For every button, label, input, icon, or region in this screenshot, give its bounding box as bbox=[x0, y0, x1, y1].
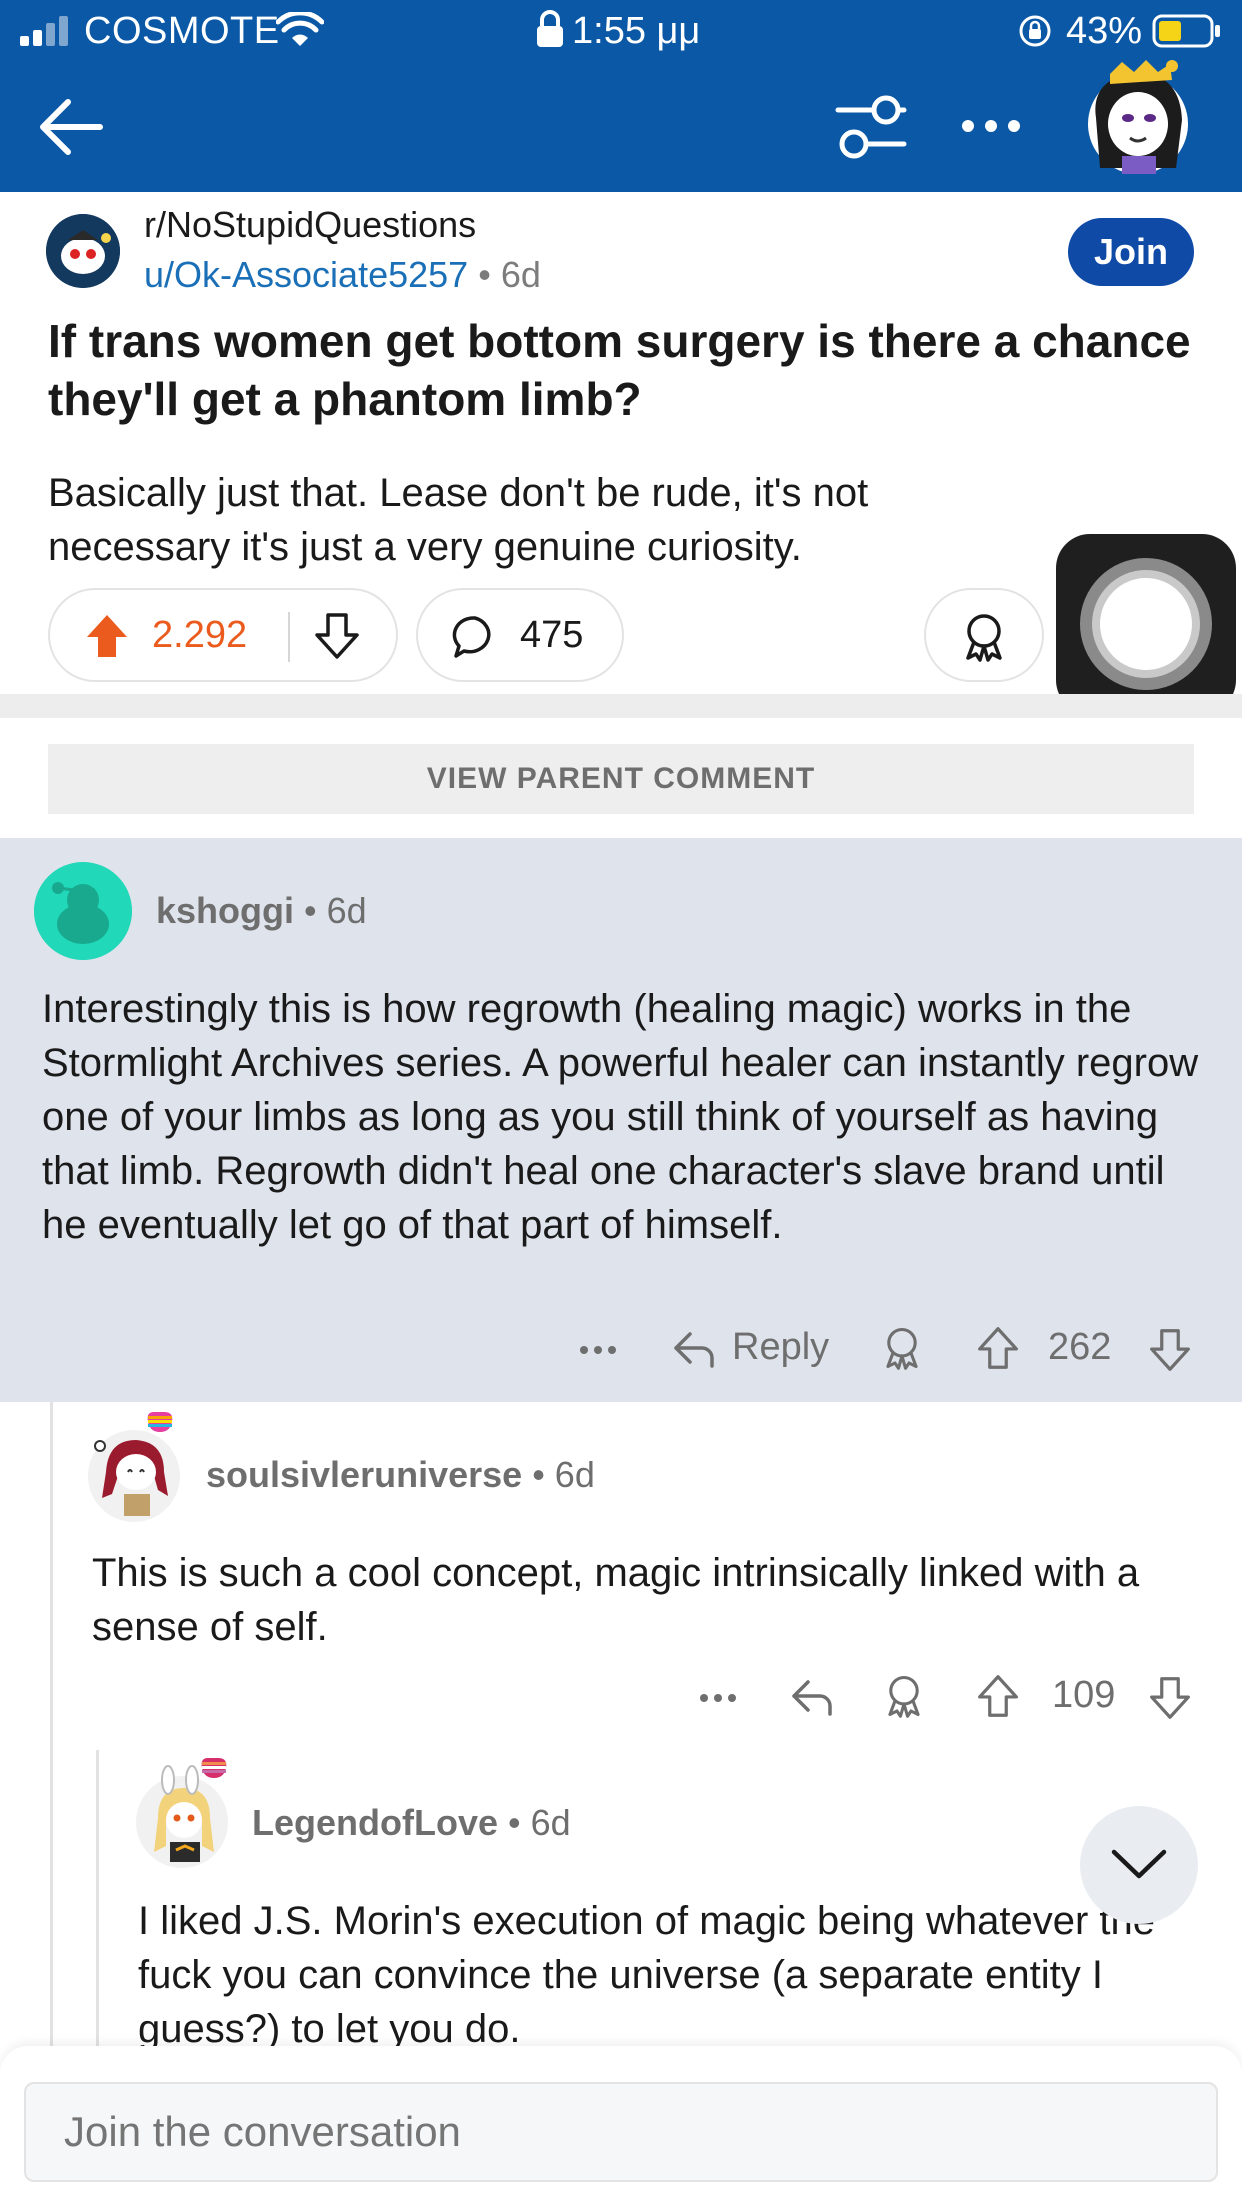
comment-text: This is such a cool concept, magic intri… bbox=[92, 1551, 1140, 1649]
subreddit-name[interactable]: r/NoStupidQuestions bbox=[144, 204, 476, 246]
more-options-icon[interactable] bbox=[696, 1676, 740, 1720]
comment-author-line: kshoggi • 6d bbox=[156, 890, 367, 932]
section-divider bbox=[0, 694, 1242, 718]
comments-pill[interactable]: 475 bbox=[416, 588, 624, 682]
post-meta: u/Ok-Associate5257 • 6d bbox=[144, 254, 541, 296]
assistive-ring-outer bbox=[1080, 558, 1212, 690]
top-bar: COSMOTE 1:55 μμ 43% bbox=[0, 0, 1242, 192]
award-icon[interactable] bbox=[882, 1674, 926, 1718]
meta-dot: • bbox=[508, 1802, 531, 1843]
chevron-down-icon bbox=[1111, 1849, 1167, 1879]
back-arrow-icon[interactable] bbox=[36, 92, 106, 162]
comment-age: 6d bbox=[326, 890, 367, 931]
user-avatar-icon[interactable] bbox=[1080, 58, 1198, 182]
comment-age: 6d bbox=[530, 1802, 571, 1843]
thread-line[interactable] bbox=[96, 1750, 99, 2046]
downvote-icon[interactable] bbox=[1148, 1676, 1192, 1720]
more-options-icon[interactable] bbox=[956, 108, 1026, 144]
lock-icon bbox=[537, 10, 563, 47]
cellular-signal-icon bbox=[20, 16, 68, 46]
thread-line[interactable] bbox=[50, 1402, 53, 2046]
comment-author-line: LegendofLove • 6d bbox=[252, 1802, 571, 1844]
commenter-avatar[interactable] bbox=[132, 1756, 232, 1872]
reply-label[interactable]: Reply bbox=[732, 1326, 829, 1369]
comment-author[interactable]: soulsivleruniverse bbox=[206, 1454, 522, 1495]
post-age: 6d bbox=[500, 254, 541, 295]
comment-score: 262 bbox=[1048, 1326, 1112, 1368]
sort-filter-icon[interactable] bbox=[834, 94, 908, 160]
post-author[interactable]: u/Ok-Associate5257 bbox=[144, 254, 468, 295]
award-icon bbox=[966, 614, 1002, 662]
assistive-ring-mid bbox=[1092, 570, 1200, 678]
commenter-avatar[interactable] bbox=[34, 862, 132, 960]
rotation-lock-icon bbox=[1019, 15, 1051, 47]
commenter-avatar[interactable] bbox=[84, 1410, 184, 1526]
award-pill[interactable] bbox=[924, 588, 1044, 682]
composer-bar bbox=[0, 2046, 1242, 2208]
reply-arrow-icon[interactable] bbox=[672, 1326, 716, 1370]
subreddit-icon[interactable] bbox=[46, 214, 120, 288]
view-parent-comment-button[interactable]: VIEW PARENT COMMENT bbox=[48, 744, 1194, 814]
battery-icon bbox=[1152, 14, 1220, 48]
carrier-name: COSMOTE bbox=[84, 10, 280, 52]
vote-separator bbox=[288, 612, 290, 662]
comment-text: Interestingly this is how regrowth (heal… bbox=[42, 987, 1199, 1247]
assistive-touch-button[interactable] bbox=[1056, 534, 1236, 714]
jump-next-comment-button[interactable] bbox=[1080, 1806, 1198, 1924]
clock: 1:55 μμ bbox=[572, 10, 701, 52]
upvote-icon[interactable] bbox=[976, 1326, 1020, 1370]
upvote-icon[interactable] bbox=[84, 612, 130, 660]
award-icon[interactable] bbox=[880, 1326, 924, 1370]
meta-dot: • bbox=[478, 254, 501, 295]
comment-actions: 109 bbox=[690, 1666, 1210, 1726]
comment-age: 6d bbox=[554, 1454, 595, 1495]
post-vote-pill: 2.292 bbox=[48, 588, 398, 682]
join-button[interactable]: Join bbox=[1068, 218, 1194, 286]
downvote-icon[interactable] bbox=[314, 612, 360, 660]
upvote-icon[interactable] bbox=[976, 1674, 1020, 1718]
meta-dot: • bbox=[532, 1454, 555, 1495]
downvote-icon[interactable] bbox=[1148, 1328, 1192, 1372]
reply-arrow-icon[interactable] bbox=[790, 1674, 834, 1718]
comment-author-line: soulsivleruniverse • 6d bbox=[206, 1454, 595, 1496]
comment-text: I liked J.S. Morin's execution of magic … bbox=[138, 1899, 1156, 2051]
post-score: 2.292 bbox=[152, 614, 248, 656]
join-conversation-input[interactable] bbox=[24, 2082, 1218, 2182]
wifi-icon bbox=[276, 12, 324, 46]
battery-percentage: 43% bbox=[1066, 10, 1143, 52]
assistive-ring-inner bbox=[1100, 578, 1192, 670]
comment-bubble-icon bbox=[452, 616, 491, 658]
comment-score: 109 bbox=[1052, 1674, 1116, 1716]
comment-actions: Reply 262 bbox=[570, 1318, 1210, 1378]
comment-author[interactable]: LegendofLove bbox=[252, 1802, 498, 1843]
post-title: If trans women get bottom surgery is the… bbox=[48, 315, 1191, 425]
comment-count: 475 bbox=[520, 614, 584, 656]
status-bar: COSMOTE 1:55 μμ 43% bbox=[0, 0, 1242, 62]
meta-dot: • bbox=[304, 890, 327, 931]
post-body: Basically just that. Lease don't be rude… bbox=[48, 471, 869, 569]
comment-author[interactable]: kshoggi bbox=[156, 890, 294, 931]
more-options-icon[interactable] bbox=[576, 1328, 620, 1372]
